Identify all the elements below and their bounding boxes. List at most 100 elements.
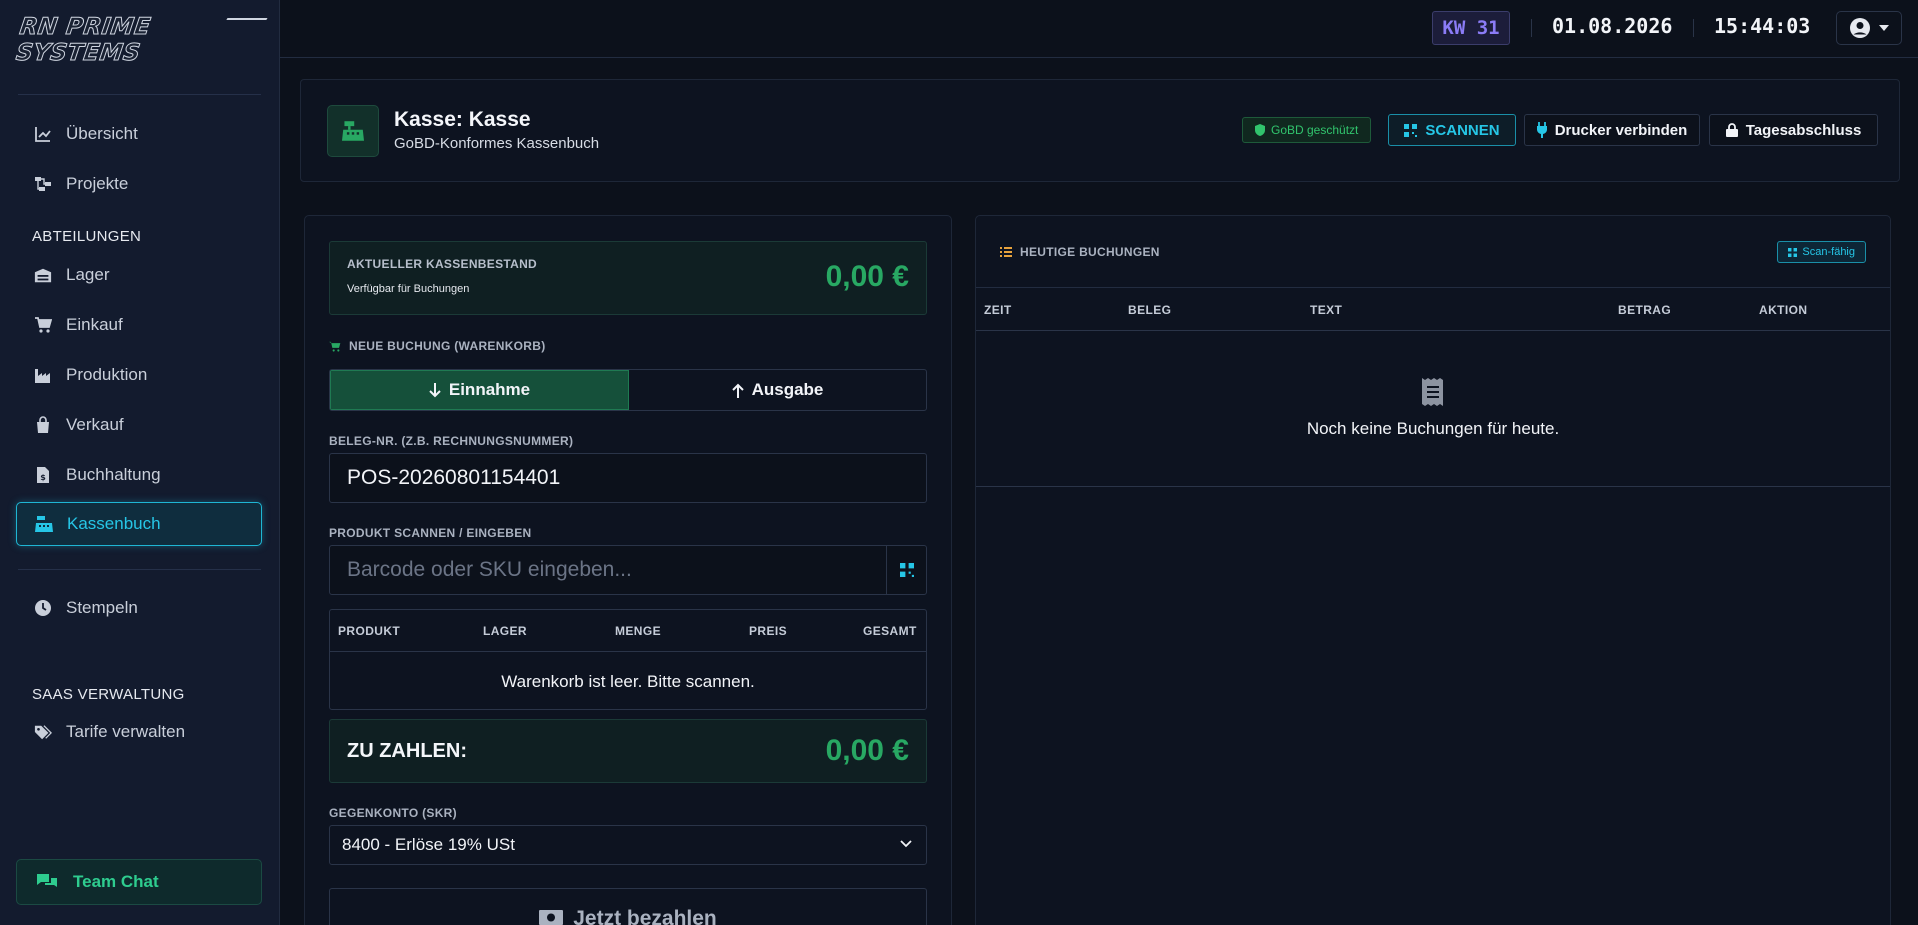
bookings-panel: HEUTIGE BUCHUNGEN Scan-fähig ZEIT BELEG … xyxy=(975,215,1891,925)
sidebar-item-label: Übersicht xyxy=(66,124,138,143)
file-invoice-dollar-icon: $ xyxy=(37,467,49,483)
day-close-label: Tagesabschluss xyxy=(1745,121,1862,139)
gobd-badge: GoBD geschützt xyxy=(1242,117,1372,143)
industry-icon xyxy=(35,369,50,383)
sidebar-item-tarife[interactable]: Tarife verwalten xyxy=(16,710,262,754)
shopping-cart-icon xyxy=(35,317,52,333)
sidebar-divider xyxy=(18,94,261,95)
sidebar-item-label: Einkauf xyxy=(66,315,123,334)
page-header: Kasse: Kasse GoBD-Konformes Kassenbuch G… xyxy=(300,79,1900,182)
money-bill-icon xyxy=(539,910,564,925)
cart-table-header: PRODUKT LAGER MENGE PREIS GESAMT xyxy=(330,610,926,652)
bookings-empty-text: Noch keine Buchungen für heute. xyxy=(1306,419,1560,438)
scan-button[interactable]: SCANNEN xyxy=(1388,114,1516,146)
cash-register-icon xyxy=(327,105,379,157)
qrcode-icon xyxy=(1788,247,1798,257)
user-menu-button[interactable] xyxy=(1836,11,1902,45)
arrow-down-icon xyxy=(429,382,441,397)
sidebar-divider xyxy=(18,569,261,570)
cash-register-icon xyxy=(35,516,53,532)
product-search-placeholder: Barcode oder SKU eingeben... xyxy=(347,558,632,581)
printer-connect-button[interactable]: Drucker verbinden xyxy=(1524,114,1700,146)
amount-due-label: ZU ZAHLEN: xyxy=(347,740,467,762)
qrcode-icon xyxy=(899,563,914,577)
user-circle-icon xyxy=(1850,18,1870,38)
cart-table: PRODUKT LAGER MENGE PREIS GESAMT Warenko… xyxy=(329,609,927,710)
lock-icon xyxy=(1725,123,1738,137)
list-icon xyxy=(1000,247,1012,257)
departments-heading: ABTEILUNGEN xyxy=(32,228,142,245)
sidebar-item-label: Tarife verwalten xyxy=(66,722,186,741)
sidebar-item-stempeln[interactable]: Stempeln xyxy=(16,586,262,630)
pay-now-label: Jetzt bezahlen xyxy=(573,907,717,925)
saas-heading: SAAS VERWALTUNG xyxy=(32,686,185,703)
chevron-down-icon xyxy=(900,840,912,848)
income-toggle[interactable]: Einnahme xyxy=(330,370,629,410)
tags-icon xyxy=(34,725,52,740)
gobd-badge-label: GoBD geschützt xyxy=(1271,123,1359,137)
receipt-icon xyxy=(1419,378,1443,406)
week-badge: KW 31 xyxy=(1432,11,1510,45)
sidebar-item-label: Stempeln xyxy=(66,598,138,617)
bookings-table-header: ZEIT BELEG TEXT BETRAG AKTION xyxy=(976,287,1890,331)
counter-account-label: GEGENKONTO (SKR) xyxy=(329,806,457,820)
chart-line-icon xyxy=(35,127,51,142)
product-scan-button[interactable] xyxy=(886,546,926,594)
team-chat-button[interactable]: Team Chat xyxy=(16,859,262,905)
sidebar-item-label: Kassenbuch xyxy=(67,514,161,533)
sidebar-item-label: Produktion xyxy=(66,365,148,384)
expense-toggle[interactable]: Ausgabe xyxy=(629,370,926,410)
sidebar-item-projekte[interactable]: Projekte xyxy=(16,162,262,206)
cart-empty-message: Warenkorb ist leer. Bitte scannen. xyxy=(501,672,755,691)
product-scan-label: PRODUKT SCANNEN / EINGEBEN xyxy=(329,526,532,540)
printer-connect-label: Drucker verbinden xyxy=(1554,121,1688,139)
current-time: 15:44:03 xyxy=(1714,14,1811,38)
new-booking-heading: NEUE BUCHUNG (WARENKORB) xyxy=(329,339,546,353)
topbar-separator xyxy=(1693,19,1694,37)
bookings-col-text: TEXT xyxy=(1310,303,1343,317)
sidebar-item-verkauf[interactable]: Verkauf xyxy=(16,403,262,447)
sidebar-item-kassenbuch[interactable]: Kassenbuch xyxy=(16,502,262,546)
warehouse-icon xyxy=(34,268,52,283)
shopping-bag-icon xyxy=(37,416,49,433)
sidebar-item-label: Verkauf xyxy=(66,415,124,434)
project-diagram-icon xyxy=(35,177,51,191)
receipt-number-input[interactable]: POS-20260801154401 xyxy=(329,453,927,503)
register-panel: AKTUELLER KASSENBESTAND Verfügbar für Bu… xyxy=(304,215,952,925)
income-label: Einnahme xyxy=(448,380,531,399)
counter-account-select[interactable]: 8400 - Erlöse 19% USt xyxy=(329,825,927,865)
cart-col-price: PREIS xyxy=(749,624,788,638)
product-search-input[interactable]: Barcode oder SKU eingeben... xyxy=(329,545,927,595)
cart-col-qty: MENGE xyxy=(615,624,662,638)
scan-button-label: SCANNEN xyxy=(1425,121,1500,139)
sidebar-item-produktion[interactable]: Produktion xyxy=(16,353,262,397)
amount-due-value: 0,00 € xyxy=(825,734,909,767)
comments-icon xyxy=(37,874,57,887)
clock-icon xyxy=(35,600,51,616)
topbar-separator xyxy=(1531,19,1532,37)
expense-label: Ausgabe xyxy=(751,380,824,399)
svg-text:$: $ xyxy=(40,473,46,482)
pay-now-button[interactable]: Jetzt bezahlen xyxy=(329,888,927,925)
cart-col-product: PRODUKT xyxy=(338,624,401,638)
sidebar-item-label: Buchhaltung xyxy=(66,465,161,484)
sidebar-item-uebersicht[interactable]: Übersicht xyxy=(16,112,262,156)
booking-type-toggle: Einnahme Ausgabe xyxy=(329,369,927,411)
day-close-button[interactable]: Tagesabschluss xyxy=(1709,114,1878,146)
balance-label: AKTUELLER KASSENBESTAND xyxy=(347,257,538,271)
bookings-empty-state: Noch keine Buchungen für heute. xyxy=(976,332,1890,487)
counter-account-value: 8400 - Erlöse 19% USt xyxy=(342,835,515,854)
shield-icon xyxy=(1255,124,1265,136)
sidebar-item-buchhaltung[interactable]: $ Buchhaltung xyxy=(16,453,262,497)
current-date: 01.08.2026 xyxy=(1552,14,1673,38)
bookings-col-amount: BETRAG xyxy=(1618,303,1672,317)
plug-icon xyxy=(1536,122,1547,138)
amount-due-card: ZU ZAHLEN: 0,00 € xyxy=(329,719,927,783)
cart-col-total: GESAMT xyxy=(863,624,917,638)
sidebar-item-einkauf[interactable]: Einkauf xyxy=(16,303,262,347)
balance-value: 0,00 € xyxy=(825,260,909,293)
scan-capable-label: Scan-fähig xyxy=(1802,246,1855,258)
page-subtitle: GoBD-Konformes Kassenbuch xyxy=(394,135,600,152)
sidebar-item-lager[interactable]: Lager xyxy=(16,253,262,297)
arrow-up-icon xyxy=(731,383,744,398)
